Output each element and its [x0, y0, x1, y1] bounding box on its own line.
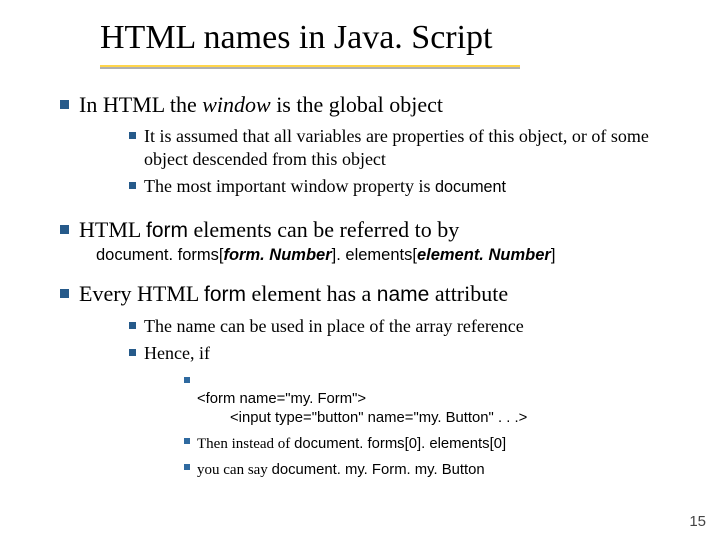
text: Every HTML — [79, 281, 204, 306]
text: It is assumed that all variables are pro… — [144, 125, 690, 171]
code-text: document. forms[0]. elements[0] — [294, 436, 506, 452]
code-text: document. forms[ — [96, 246, 223, 264]
code-text: ]. elements[ — [332, 246, 417, 264]
bullet-3-2-3: you can say document. my. Form. my. Butt… — [184, 458, 690, 480]
bullet-icon — [129, 349, 136, 356]
text: element has a — [246, 281, 377, 306]
bullet-icon — [184, 377, 190, 383]
code-line: document. forms[form. Number]. elements[… — [96, 245, 690, 266]
code-text: ] — [551, 246, 556, 264]
code-placeholder: element. Number — [417, 246, 551, 264]
text: attribute — [429, 281, 508, 306]
code-placeholder: form. Number — [223, 246, 331, 264]
code-text: form — [204, 283, 246, 306]
title-block: HTML names in Java. Script — [100, 18, 690, 69]
bullet-1: In HTML the window is the global object … — [60, 91, 690, 202]
code-text: name — [377, 283, 430, 306]
code-text: document. my. Form. my. Button — [272, 462, 485, 478]
page-number: 15 — [689, 513, 706, 530]
bullet-1-2: The most important window property is do… — [129, 175, 690, 198]
code-text: <input type="button" name="my. Button" .… — [197, 410, 527, 426]
text: Hence, if — [144, 343, 210, 363]
text: HTML — [79, 217, 146, 242]
slide: HTML names in Java. Script In HTML the w… — [0, 0, 720, 540]
text: Then instead of — [197, 436, 294, 452]
bullet-3-2-1: <form name="my. Form"> <input type="butt… — [184, 371, 690, 428]
bullet-icon — [60, 289, 69, 298]
text-italic: window — [202, 92, 270, 117]
slide-body: In HTML the window is the global object … — [30, 91, 690, 489]
bullet-icon — [129, 182, 136, 189]
bullet-1-1: It is assumed that all variables are pro… — [129, 125, 690, 171]
bullet-3-2-2: Then instead of document. forms[0]. elem… — [184, 432, 690, 454]
bullet-icon — [60, 225, 69, 234]
text: The most important window property is — [144, 176, 435, 196]
text: The name can be used in place of the arr… — [144, 315, 690, 338]
code-text: document — [435, 178, 506, 196]
bullet-icon — [60, 100, 69, 109]
slide-title: HTML names in Java. Script — [100, 18, 690, 59]
text: is the global object — [271, 92, 443, 117]
text: you can say — [197, 462, 272, 478]
text: In HTML the — [79, 92, 202, 117]
title-underline — [100, 65, 520, 69]
bullet-3-1: The name can be used in place of the arr… — [129, 315, 690, 338]
code-text: form — [146, 219, 188, 242]
bullet-icon — [129, 132, 136, 139]
bullet-icon — [129, 322, 136, 329]
text: elements can be referred to by — [188, 217, 459, 242]
bullet-3: Every HTML form element has a name attri… — [60, 280, 690, 488]
bullet-icon — [184, 464, 190, 470]
code-text: <form name="my. Form"> — [197, 391, 366, 407]
bullet-3-2: Hence, if <form name="my. Form"> <input … — [129, 342, 690, 484]
bullet-2: HTML form elements can be referred to by — [60, 216, 690, 245]
bullet-icon — [184, 438, 190, 444]
